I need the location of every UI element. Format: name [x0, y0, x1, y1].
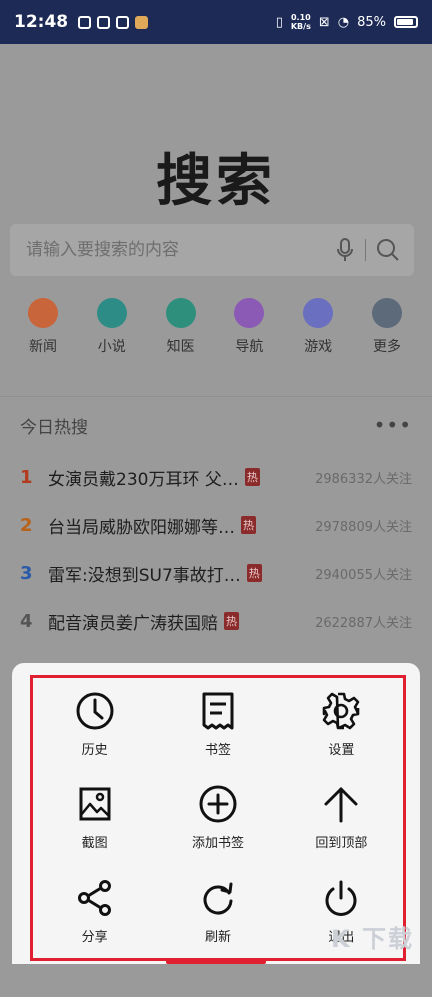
shortcut-more[interactable]: 更多 [354, 298, 420, 356]
chevron-down-icon [371, 298, 402, 328]
shortcut-novel[interactable]: 小说 [79, 298, 145, 356]
shortcut-news[interactable]: 新闻 [10, 298, 76, 356]
search-logo: 搜索 [156, 149, 276, 214]
app-notification-icon [97, 15, 111, 29]
search-icon[interactable] [376, 238, 400, 262]
shortcut-medical[interactable]: 知医 [148, 298, 214, 356]
status-time: 12:48 [14, 12, 69, 32]
menu-bookmarks[interactable]: 书签 [156, 678, 279, 771]
menu-label: 回到顶部 [315, 836, 368, 852]
search-bar[interactable] [10, 224, 414, 276]
menu-label: 分享 [81, 929, 108, 945]
news-icon [28, 298, 58, 328]
net-speed-unit: KB/s [290, 22, 311, 31]
hot-search-item[interactable]: 2 台当局威胁欧阳娜娜等… 热 2978809人关注 [0, 501, 432, 549]
rank-number: 2 [20, 514, 33, 536]
power-icon [325, 880, 357, 916]
clock-icon [76, 692, 114, 730]
follow-count: 2940055人关注 [315, 567, 412, 583]
hot-search-item[interactable]: 1 女演员戴230万耳环 父… 热 2986332人关注 [0, 453, 432, 501]
rank-number: 3 [20, 562, 33, 584]
menu-history[interactable]: 历史 [33, 678, 156, 771]
hot-badge: 热 [224, 612, 239, 630]
home-indicator[interactable] [166, 960, 266, 964]
menu-label: 书签 [204, 743, 231, 759]
arrow-up-icon [324, 787, 358, 823]
app-notification-icon [116, 15, 130, 29]
gamepad-icon [303, 298, 334, 328]
app-notification-icon [78, 15, 92, 29]
hot-search-title: 今日热搜 [20, 417, 88, 438]
notification-icons [78, 15, 149, 29]
watermark-logo: K 下载 [331, 925, 414, 953]
sim-icon: ⊠ [318, 14, 330, 30]
shortcut-label: 导航 [235, 339, 264, 355]
hot-headline: 女演员戴230万耳环 父… [48, 469, 239, 490]
microphone-icon[interactable] [335, 237, 355, 263]
menu-label: 刷新 [204, 929, 231, 945]
shortcut-navigation[interactable]: 导航 [216, 298, 282, 356]
hot-search-header: 今日热搜 ••• [0, 397, 432, 453]
hot-badge: 热 [244, 468, 260, 486]
shortcut-label: 更多 [372, 339, 401, 355]
menu-label: 添加书签 [191, 836, 244, 852]
hot-badge: 热 [241, 516, 256, 534]
menu-refresh[interactable]: 刷新 [156, 865, 279, 958]
shortcut-label: 游戏 [304, 339, 333, 355]
hot-headline: 台当局威胁欧阳娜娜等… [48, 517, 235, 538]
plus-circle-icon [199, 785, 237, 823]
battery-percent: 85% [357, 14, 386, 30]
menu-add-bookmark[interactable]: 添加书签 [156, 771, 279, 864]
search-input[interactable] [24, 239, 335, 261]
search-divider [365, 239, 366, 261]
status-bar: 12:48 ▯ 0.10 KB/s ⊠ ◔ 85% [0, 0, 432, 44]
vibrate-icon: ▯ [275, 14, 283, 30]
medical-icon [165, 298, 196, 328]
novel-icon [96, 298, 127, 328]
shortcut-label: 小说 [97, 339, 126, 355]
hot-headline: 雷军:没想到SU7事故打… [48, 565, 241, 586]
follow-count: 2622887人关注 [315, 615, 412, 631]
shortcut-games[interactable]: 游戏 [285, 298, 351, 356]
shortcut-row: 新闻 小说 知医 导航 游戏 更多 [10, 298, 420, 356]
navigation-icon [234, 298, 265, 328]
share-icon [77, 879, 111, 916]
shortcut-label: 新闻 [29, 339, 57, 355]
app-notification-icon [135, 15, 149, 29]
rank-number: 1 [20, 466, 33, 488]
shortcut-label: 知医 [166, 339, 195, 355]
battery-icon [394, 16, 418, 28]
follow-count: 2978809人关注 [315, 519, 412, 535]
hot-search-item[interactable]: 4 配音演员姜广涛获国赔 热 2622887人关注 [0, 597, 432, 645]
menu-settings[interactable]: 设置 [280, 678, 403, 771]
image-icon [79, 787, 111, 821]
menu-back-to-top[interactable]: 回到顶部 [280, 771, 403, 864]
rank-number: 4 [20, 610, 33, 632]
bookmark-icon [202, 692, 234, 730]
follow-count: 2986332人关注 [315, 471, 412, 487]
menu-label: 截图 [81, 836, 108, 852]
net-speed-value: 0.10 [290, 13, 311, 22]
net-speed: 0.10 KB/s [291, 13, 311, 31]
gear-icon [323, 692, 360, 730]
menu-label: 设置 [328, 743, 355, 759]
menu-screenshot[interactable]: 截图 [33, 771, 156, 864]
wifi-icon: ◔ [337, 14, 350, 30]
refresh-icon [203, 882, 233, 915]
menu-share[interactable]: 分享 [33, 865, 156, 958]
hot-headline: 配音演员姜广涛获国赔 [48, 613, 218, 634]
menu-label: 历史 [81, 743, 108, 759]
hot-badge: 热 [246, 564, 262, 582]
more-options-icon[interactable]: ••• [374, 413, 412, 437]
menu-sheet: 历史 书签 设置 截图 添加书签 回到顶部 分享 刷新 退出 K 下载 [12, 663, 420, 964]
hot-search-item[interactable]: 3 雷军:没想到SU7事故打… 热 2940055人关注 [0, 549, 432, 597]
